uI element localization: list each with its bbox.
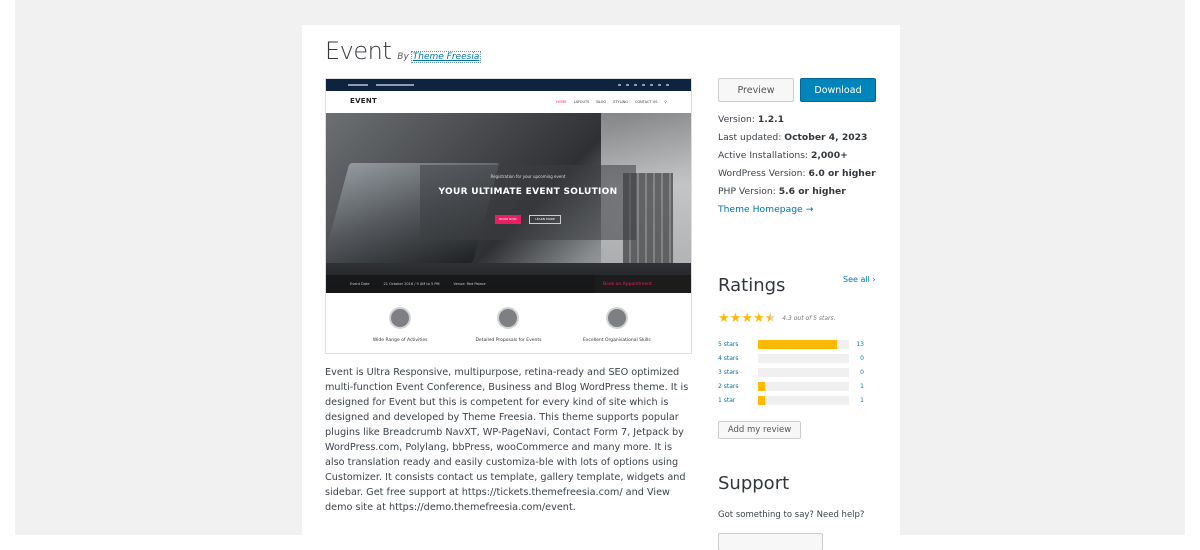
screenshot-features: Wide Range of Activities Detailed Propos… [326,293,691,343]
author-link[interactable]: Theme Freesia [410,51,482,63]
feature-item: Detailed Proposals for Events [454,307,562,343]
feature-item: Wide Range of Activities [346,307,454,343]
download-button[interactable]: Download [800,78,876,102]
tools-icon [605,307,628,329]
screenshot-logo: EVENT [350,96,378,105]
support-forum-button[interactable] [718,533,823,550]
document-icon [497,307,520,329]
average-rating-text: 4.3 out of 5 stars. [782,315,836,322]
author-prefix: By [397,52,409,62]
page-margin-right [1185,0,1200,550]
add-review-button[interactable]: Add my review [718,421,801,439]
headphones-icon [389,307,412,329]
meta-php-version: PHP Version: 5.6 or higher [718,186,846,197]
rating-row[interactable]: 2 stars 1 [718,380,864,394]
meta-version: Version: 1.2.1 [718,114,784,125]
screenshot-nav-item: BLOG [596,100,607,104]
search-icon: ⚲ [664,100,667,104]
hero-subtitle: Registration for your upcoming event [490,174,566,179]
star-full-icon: ★ [741,311,753,326]
rating-row[interactable]: 4 stars 0 [718,352,864,366]
rating-row[interactable]: 1 star 1 [718,394,864,408]
event-date-value: 21 October 2016 / 9 AM to 5 PM [383,282,440,286]
theme-homepage-link[interactable]: Theme Homepage → [718,201,876,219]
meta-installs: Active Installations: 2,000+ [718,150,848,161]
rating-breakdown: 5 stars 13 4 stars 0 3 stars 0 2 stars 1… [718,338,864,407]
star-full-icon: ★ [718,311,730,326]
theme-header: Event By Theme Freesia [325,37,482,65]
hero-tagline [420,203,636,206]
star-full-icon: ★ [752,311,765,326]
screenshot-nav-item: STYLING [613,100,628,104]
screenshot-header: EVENT HOME LAYOUTS BLOG STYLING CONTACT … [326,91,691,113]
hero-book-button: BOOK NOW [495,215,521,224]
screenshot-nav-item: LAYOUTS [573,100,590,104]
screenshot-nav-item: HOME [556,100,567,104]
ratings-heading: Ratings [718,275,786,296]
hero-overlay: Registration for your upcoming event YOU… [420,165,636,240]
star-half-icon: ★ [764,311,777,326]
rating-row[interactable]: 3 stars 0 [718,366,864,380]
screenshot-nav: HOME LAYOUTS BLOG STYLING CONTACT US ⚲ [556,100,667,104]
page-margin-left [0,0,15,550]
meta-updated: Last updated: October 4, 2023 [718,132,868,143]
theme-card: Event By Theme Freesia EVENT HOME LAYOUT… [302,25,900,550]
hero-info-bar: Event Date 21 October 2016 / 9 AM to 5 P… [326,275,691,293]
theme-meta: Version: 1.2.1 Last updated: October 4, … [718,111,876,219]
rating-row[interactable]: 5 stars 13 [718,338,864,352]
screenshot-topbar [326,79,691,91]
event-date-label: Event Date [350,282,370,286]
theme-title: Event [325,37,392,65]
hero-title: YOUR ULTIMATE EVENT SOLUTION [438,187,618,197]
star-full-icon: ★ [729,311,742,326]
feature-item: Excellent Organisational Skills [563,307,671,343]
theme-screenshot[interactable]: EVENT HOME LAYOUTS BLOG STYLING CONTACT … [325,78,692,354]
average-rating: ★ ★ ★ ★ ★ 4.3 out of 5 stars. [718,312,836,325]
see-all-link[interactable]: See all › [843,275,876,284]
meta-wp-version: WordPress Version: 6.0 or higher [718,168,876,179]
preview-button[interactable]: Preview [718,78,794,102]
screenshot-hero: Registration for your upcoming event YOU… [326,113,691,293]
appointment-button: Book an Appointment [595,275,691,293]
support-text: Got something to say? Need help? [718,510,865,520]
support-heading: Support [718,473,790,494]
event-venue: Venue: Red Palace [453,282,486,286]
theme-description: Event is Ultra Responsive, multipurpose,… [325,367,689,513]
screenshot-nav-item: CONTACT US [634,100,658,104]
hero-learn-button: LEARN MORE [529,215,561,224]
